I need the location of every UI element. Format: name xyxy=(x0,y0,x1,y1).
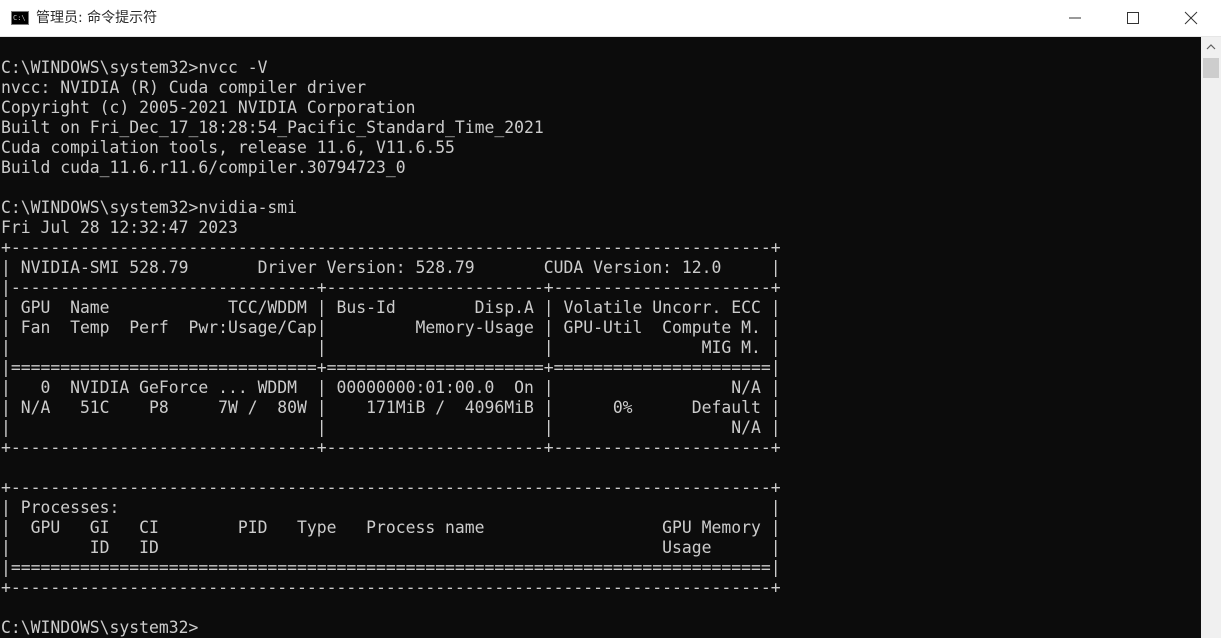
console-line: | | | MIG M. | xyxy=(1,338,781,357)
console-line: | GPU GI CI PID Type Process name GPU Me… xyxy=(1,518,781,537)
console-line: Fri Jul 28 12:32:47 2023 xyxy=(1,218,238,237)
console-line: +---------------------------------------… xyxy=(1,578,781,597)
minimize-button[interactable] xyxy=(1046,0,1104,36)
console-line: C:\WINDOWS\system32>nvidia-smi xyxy=(1,198,298,217)
close-button[interactable] xyxy=(1162,0,1221,36)
console-line: |=======================================… xyxy=(1,558,781,577)
console-line: +---------------------------------------… xyxy=(1,478,781,497)
close-icon xyxy=(1184,11,1198,25)
console-line: | Processes: | xyxy=(1,498,781,517)
console-line: Cuda compilation tools, release 11.6, V1… xyxy=(1,138,455,157)
maximize-icon xyxy=(1127,12,1139,24)
console-line: nvcc: NVIDIA (R) Cuda compiler driver xyxy=(1,78,367,97)
console-line: C:\WINDOWS\system32> xyxy=(1,618,199,637)
console-line: +-------------------------------+-------… xyxy=(1,438,781,457)
console-line: |===============================+=======… xyxy=(1,358,781,377)
command-prompt-window: C:\ 管理员: 命令提示符 C:\WINDOWS\system32>nvcc … xyxy=(0,0,1221,638)
console-line: Build cuda_11.6.r11.6/compiler.30794723_… xyxy=(1,158,406,177)
console-line: |-------------------------------+-------… xyxy=(1,278,781,297)
console-line: | | | N/A | xyxy=(1,418,781,437)
console-line: | NVIDIA-SMI 528.79 Driver Version: 528.… xyxy=(1,258,781,277)
vertical-scrollbar[interactable] xyxy=(1201,37,1221,638)
scroll-thumb[interactable] xyxy=(1203,58,1219,78)
console-line: | Fan Temp Perf Pwr:Usage/Cap| Memory-Us… xyxy=(1,318,781,337)
cmd-app-icon[interactable]: C:\ xyxy=(11,11,29,25)
title-bar[interactable]: C:\ 管理员: 命令提示符 xyxy=(0,0,1221,37)
console-line: | ID ID Usage | xyxy=(1,538,781,557)
console-line: | N/A 51C P8 7W / 80W | 171MiB / 4096MiB… xyxy=(1,398,781,417)
console-line: +---------------------------------------… xyxy=(1,238,781,257)
console-line: | 0 NVIDIA GeForce ... WDDM | 00000000:0… xyxy=(1,378,781,397)
console-line: C:\WINDOWS\system32>nvcc -V xyxy=(1,58,268,77)
scroll-up-button[interactable] xyxy=(1201,37,1221,57)
console-line: | GPU Name TCC/WDDM | Bus-Id Disp.A | Vo… xyxy=(1,298,781,317)
console-line: Built on Fri_Dec_17_18:28:54_Pacific_Sta… xyxy=(1,118,544,137)
console-text[interactable]: C:\WINDOWS\system32>nvcc -V nvcc: NVIDIA … xyxy=(1,58,781,638)
maximize-button[interactable] xyxy=(1104,0,1162,36)
minimize-icon xyxy=(1069,17,1081,19)
scroll-up-arrow-icon xyxy=(1206,44,1216,50)
console-output-area[interactable]: C:\WINDOWS\system32>nvcc -V nvcc: NVIDIA … xyxy=(0,37,1201,638)
window-title: 管理员: 命令提示符 xyxy=(36,10,158,26)
console-line: Copyright (c) 2005-2021 NVIDIA Corporati… xyxy=(1,98,416,117)
